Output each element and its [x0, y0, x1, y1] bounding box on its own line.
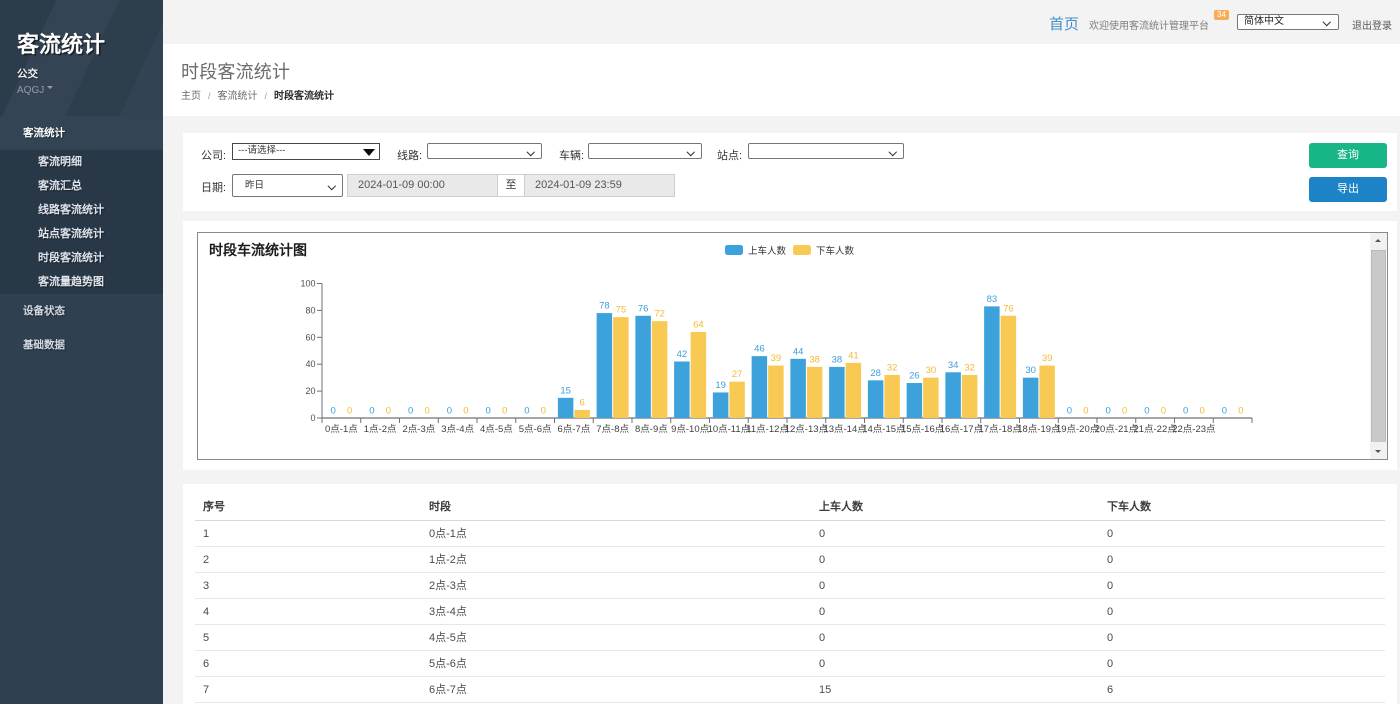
svg-text:42: 42 [677, 349, 688, 360]
svg-text:0: 0 [1067, 406, 1072, 417]
svg-text:76: 76 [638, 303, 649, 314]
svg-text:0: 0 [1183, 406, 1188, 417]
svg-text:32: 32 [887, 362, 898, 373]
svg-text:19: 19 [715, 380, 726, 391]
svg-text:3点-4点: 3点-4点 [441, 424, 474, 435]
svg-text:0: 0 [1222, 406, 1227, 417]
svg-text:0: 0 [424, 406, 429, 417]
svg-text:10点-11点: 10点-11点 [708, 424, 751, 435]
svg-text:0: 0 [1122, 406, 1127, 417]
svg-text:0: 0 [447, 406, 452, 417]
svg-text:20: 20 [305, 386, 315, 396]
svg-text:0: 0 [310, 413, 315, 423]
svg-text:4点-5点: 4点-5点 [480, 424, 513, 435]
svg-text:0: 0 [1161, 406, 1166, 417]
svg-text:1点-2点: 1点-2点 [364, 424, 397, 435]
svg-text:6: 6 [579, 397, 584, 408]
svg-text:8点-9点: 8点-9点 [635, 424, 668, 435]
svg-text:30: 30 [926, 365, 937, 376]
svg-text:44: 44 [793, 346, 804, 357]
svg-text:0: 0 [1199, 406, 1204, 417]
svg-text:14点-15点: 14点-15点 [862, 424, 906, 435]
svg-text:20点-21点: 20点-21点 [1095, 424, 1139, 435]
svg-text:0点-1点: 0点-1点 [325, 424, 358, 435]
svg-text:16点-17点: 16点-17点 [940, 424, 984, 435]
svg-text:12点-13点: 12点-13点 [785, 424, 829, 435]
svg-text:0: 0 [1238, 406, 1243, 417]
svg-text:46: 46 [754, 344, 765, 355]
svg-text:75: 75 [616, 305, 627, 316]
svg-text:0: 0 [1105, 406, 1110, 417]
svg-text:2点-3点: 2点-3点 [403, 424, 436, 435]
svg-text:18点-19点: 18点-19点 [1017, 424, 1061, 435]
svg-text:0: 0 [502, 406, 507, 417]
svg-text:40: 40 [305, 359, 315, 369]
svg-text:76: 76 [1003, 303, 1014, 314]
svg-text:15点-16点: 15点-16点 [901, 424, 945, 435]
svg-text:38: 38 [832, 354, 843, 365]
svg-text:5点-6点: 5点-6点 [519, 424, 552, 435]
svg-text:100: 100 [300, 279, 315, 289]
svg-text:34: 34 [948, 360, 959, 371]
svg-text:83: 83 [987, 294, 998, 305]
svg-text:30: 30 [1025, 365, 1036, 376]
svg-text:21点-22点: 21点-22点 [1133, 424, 1177, 435]
svg-text:0: 0 [524, 406, 529, 417]
svg-text:32: 32 [964, 362, 975, 373]
svg-text:0: 0 [541, 406, 546, 417]
svg-text:0: 0 [1144, 406, 1149, 417]
svg-text:39: 39 [771, 353, 782, 364]
svg-text:0: 0 [408, 406, 413, 417]
svg-text:0: 0 [485, 406, 490, 417]
svg-text:38: 38 [809, 354, 820, 365]
svg-text:15: 15 [560, 385, 571, 396]
svg-text:64: 64 [693, 319, 704, 330]
svg-text:28: 28 [870, 368, 881, 379]
svg-text:41: 41 [848, 350, 859, 361]
svg-text:11点-12点: 11点-12点 [746, 424, 789, 435]
svg-text:60: 60 [305, 332, 315, 342]
svg-text:0: 0 [330, 406, 335, 417]
svg-text:19点-20点: 19点-20点 [1056, 424, 1100, 435]
svg-text:72: 72 [654, 309, 665, 320]
svg-text:6点-7点: 6点-7点 [558, 424, 591, 435]
svg-text:78: 78 [599, 301, 610, 312]
svg-text:9点-10点: 9点-10点 [671, 424, 710, 435]
svg-text:22点-23点: 22点-23点 [1172, 424, 1216, 435]
svg-text:0: 0 [347, 406, 352, 417]
svg-text:0: 0 [386, 406, 391, 417]
svg-text:17点-18点: 17点-18点 [978, 424, 1022, 435]
svg-text:39: 39 [1042, 353, 1053, 364]
svg-text:80: 80 [305, 305, 315, 315]
svg-text:13点-14点: 13点-14点 [823, 424, 867, 435]
svg-text:26: 26 [909, 371, 920, 382]
svg-text:7点-8点: 7点-8点 [596, 424, 629, 435]
svg-text:0: 0 [463, 406, 468, 417]
svg-text:0: 0 [369, 406, 374, 417]
svg-text:27: 27 [732, 369, 743, 380]
svg-text:0: 0 [1083, 406, 1088, 417]
